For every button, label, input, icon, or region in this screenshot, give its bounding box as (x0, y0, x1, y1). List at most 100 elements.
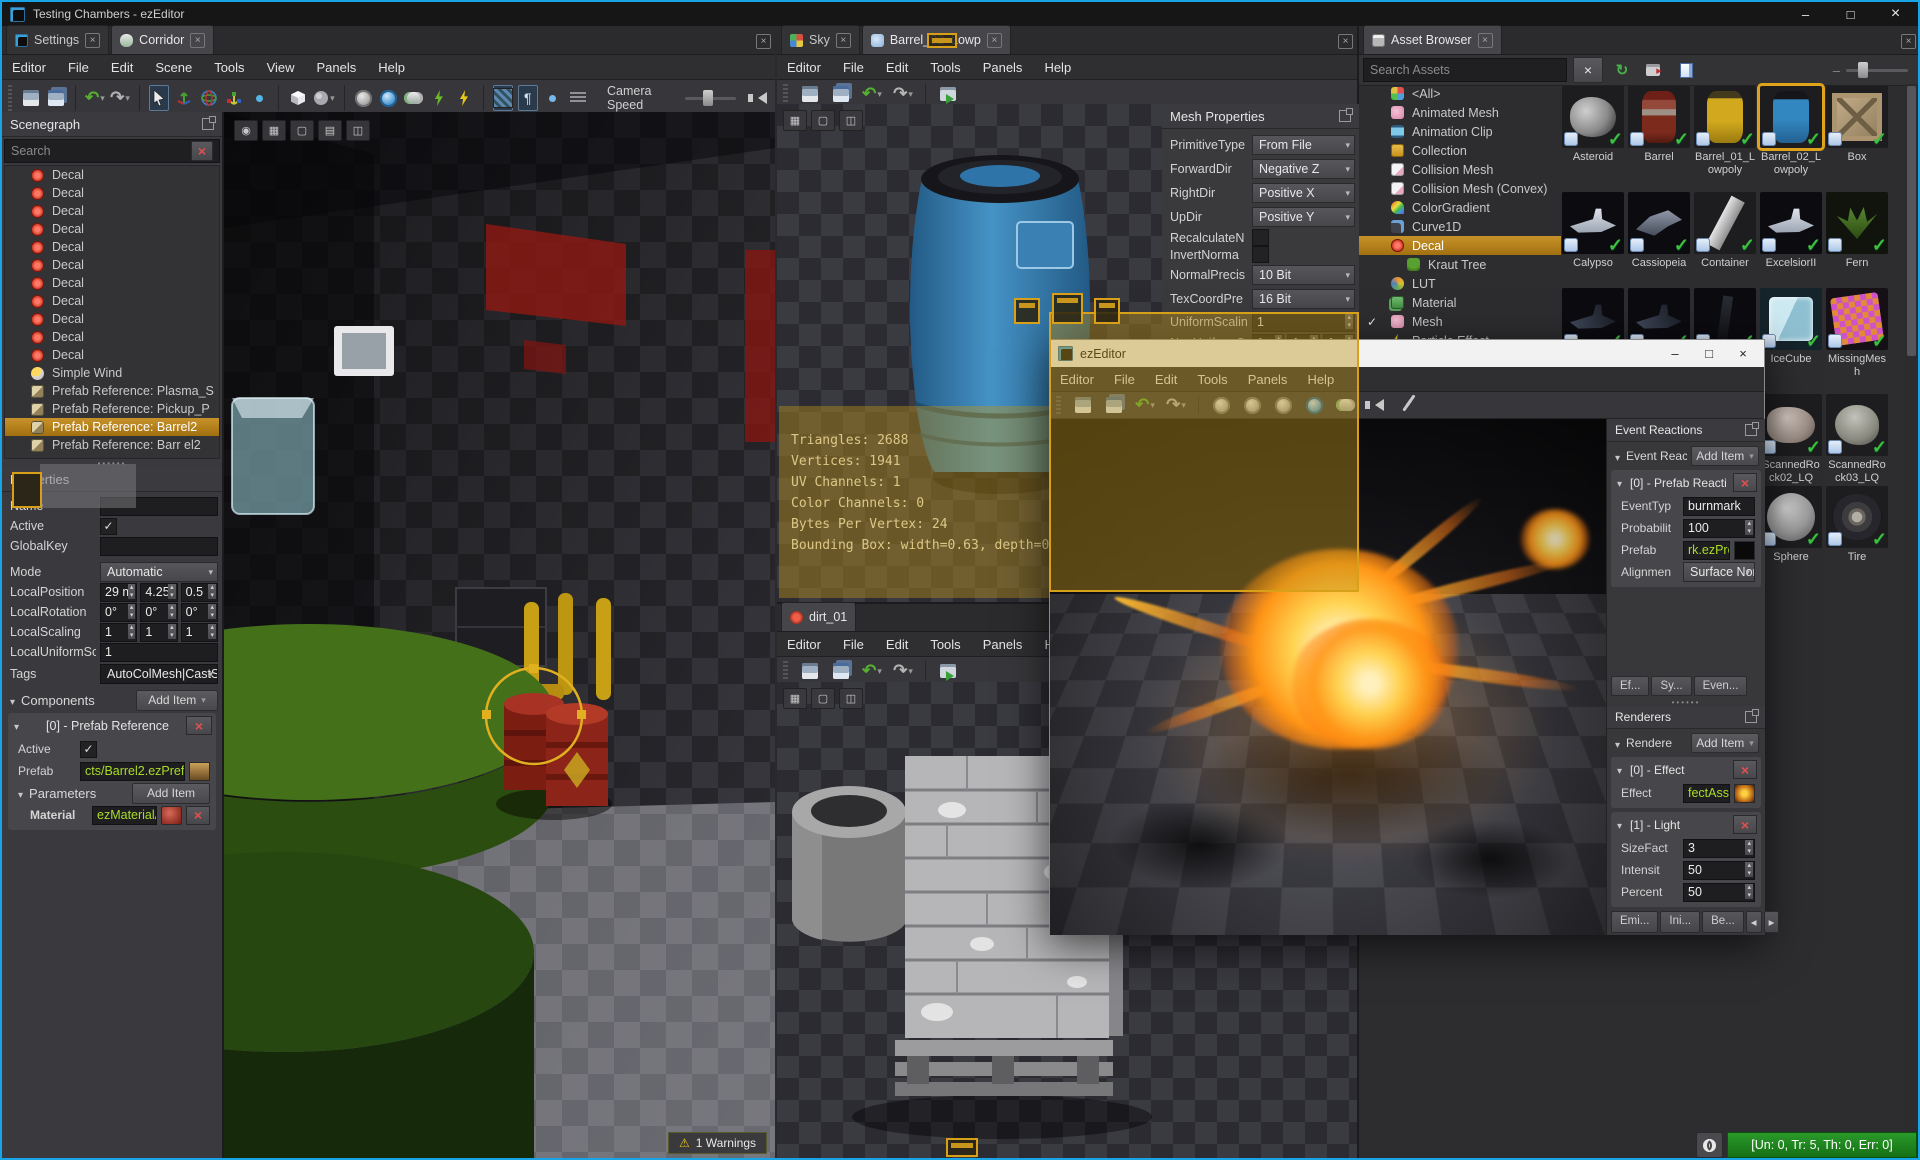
menu-item[interactable]: Edit (111, 60, 133, 75)
expander-icon[interactable] (1617, 476, 1624, 490)
asset-type-item[interactable]: Mesh (1359, 312, 1561, 331)
asset-type-item[interactable]: LUT (1359, 274, 1561, 293)
asset-item[interactable]: ✓ IceCube (1760, 288, 1822, 394)
status-pause-button[interactable] (1696, 1132, 1723, 1158)
camera-speed-slider[interactable] (684, 89, 736, 106)
select-tool-button[interactable] (148, 85, 169, 111)
panel-close-icon[interactable] (1901, 33, 1916, 49)
expander-icon[interactable] (1615, 449, 1622, 464)
position-z-stepper[interactable]: 0.5 (180, 582, 218, 602)
asset-type-item[interactable]: ColorGradient (1359, 198, 1561, 217)
prefab-asset-field[interactable]: cts/Barrel2.ezPrefab (80, 761, 185, 781)
forwarddir-dropdown[interactable]: Negative Z (1252, 159, 1355, 179)
document-tab[interactable]: Settings (6, 25, 110, 54)
rotation-y-stepper[interactable]: 0° (140, 602, 178, 622)
save-button[interactable] (21, 85, 41, 111)
render-mode-icon[interactable]: ▢ (811, 110, 835, 131)
intensity-stepper[interactable]: 50 (1683, 860, 1755, 880)
asset-type-item[interactable]: Kraut Tree (1359, 255, 1561, 274)
audio-mute-button[interactable] (747, 85, 769, 111)
tab-close-icon[interactable] (986, 32, 1002, 48)
play-button[interactable] (353, 85, 373, 111)
menu-item[interactable]: View (267, 60, 295, 75)
rotate-tool-button[interactable] (199, 85, 219, 111)
rightdir-dropdown[interactable]: Positive X (1252, 183, 1355, 203)
thumbnail-size-slider[interactable] (1846, 61, 1908, 78)
render-mode-toggle[interactable] (492, 85, 513, 111)
pin-button[interactable] (1394, 392, 1420, 418)
asset-item[interactable]: ✓ ScannedRock03_LQ (1826, 394, 1888, 486)
asset-type-item[interactable]: Animation Clip (1359, 122, 1561, 141)
refresh-assets-icon[interactable]: ↻ (1609, 57, 1635, 83)
asset-type-item[interactable]: Collision Mesh (1359, 160, 1561, 179)
asset-item[interactable]: ✓ ExcelsiorII (1760, 192, 1822, 288)
expander-icon[interactable] (14, 719, 21, 733)
menu-item[interactable]: Panels (983, 637, 1023, 652)
close-icon[interactable]: × (1726, 341, 1760, 366)
menu-item[interactable]: Tools (930, 637, 960, 652)
panel-tab[interactable]: Ef... (1611, 676, 1650, 696)
panel-splitter[interactable] (1607, 698, 1765, 706)
scenegraph-search-input[interactable]: Search (4, 139, 220, 163)
recalculatenormals-checkbox[interactable] (1252, 229, 1269, 246)
asset-item[interactable]: ✓ Barrel_01_Lowpoly (1694, 86, 1756, 192)
add-renderer-button[interactable]: Add Item (1691, 733, 1759, 753)
box-primitive-button[interactable] (288, 85, 308, 111)
fullscreen-icon[interactable]: ▢ (290, 120, 314, 141)
updir-dropdown[interactable]: Positive Y (1252, 207, 1355, 227)
float-panel-icon[interactable] (1745, 422, 1759, 436)
remove-reaction-button[interactable] (1733, 473, 1757, 492)
screenshot-icon[interactable]: ◫ (839, 110, 863, 131)
tab-scroll-left-icon[interactable]: ◂ (1745, 911, 1762, 933)
scenegraph-item[interactable]: Decal (5, 166, 219, 184)
panel-tab[interactable]: Ini... (1660, 911, 1701, 933)
asset-type-item[interactable]: Animated Mesh (1359, 103, 1561, 122)
dock-target-right-icon[interactable] (1094, 298, 1120, 324)
asset-item[interactable]: ✓ MissingMesh (1826, 288, 1888, 394)
add-event-reaction-button[interactable]: Add Item (1691, 446, 1759, 466)
scenegraph-item[interactable]: Decal (5, 256, 219, 274)
asset-type-item[interactable]: Collection (1359, 141, 1561, 160)
scale-x-stepper[interactable]: 1 (100, 622, 138, 642)
eventtype-field[interactable]: burnmark (1683, 496, 1755, 516)
menu-item[interactable]: Edit (886, 637, 908, 652)
run-project-button[interactable] (454, 85, 474, 111)
clear-search-button[interactable] (1573, 57, 1603, 83)
render-mode-icon[interactable]: ▤ (318, 120, 342, 141)
asset-search-input[interactable]: Search Assets (1363, 58, 1567, 82)
asset-item[interactable]: ✓ Tire (1826, 486, 1888, 576)
material-thumbnail-button[interactable] (161, 805, 182, 825)
menu-item[interactable]: Panels (983, 60, 1023, 75)
scenegraph-item[interactable]: Decal (5, 238, 219, 256)
rotation-z-stepper[interactable]: 0° (180, 602, 218, 622)
tab-close-icon[interactable] (1477, 32, 1493, 48)
remove-renderer-button[interactable] (1733, 760, 1757, 779)
tab-close-icon[interactable] (190, 32, 206, 48)
panel-tab[interactable]: Emi... (1611, 911, 1659, 933)
add-parameter-button[interactable]: Add Item (132, 782, 210, 804)
warnings-button[interactable]: 1 Warnings (667, 1132, 767, 1154)
rotation-x-stepper[interactable]: 0° (100, 602, 138, 622)
screenshot-icon[interactable]: ◫ (346, 120, 370, 141)
tab-close-icon[interactable] (835, 32, 851, 48)
document-tab[interactable]: dirt_01 (781, 602, 857, 631)
save-all-button[interactable] (46, 85, 66, 111)
panel-tab[interactable]: Be... (1702, 911, 1744, 933)
asset-type-item[interactable]: Curve1D (1359, 217, 1561, 236)
asset-item[interactable]: ✓ Container (1694, 192, 1756, 288)
scenegraph-item[interactable]: Prefab Reference: Barr el2 (5, 436, 219, 454)
scenegraph-item[interactable]: Decal (5, 202, 219, 220)
panel-tab[interactable]: Sy... (1651, 676, 1692, 696)
menu-item[interactable]: Tools (214, 60, 244, 75)
normalprecision-dropdown[interactable]: 10 Bit (1252, 265, 1355, 285)
asset-type-item[interactable]: Material (1359, 293, 1561, 312)
export-run-button[interactable] (429, 85, 449, 111)
asset-item[interactable]: ✓ Barrel (1628, 86, 1690, 192)
transform-assets-icon[interactable]: ▸ (1641, 57, 1667, 83)
asset-item[interactable]: ✓ Asteroid (1562, 86, 1624, 192)
remove-component-button[interactable] (186, 716, 212, 735)
scenegraph-item[interactable]: Decal (5, 184, 219, 202)
minimize-icon[interactable]: – (1658, 341, 1692, 366)
menu-item[interactable]: Help (1044, 60, 1071, 75)
simulate-gamepad-button[interactable] (404, 85, 424, 111)
